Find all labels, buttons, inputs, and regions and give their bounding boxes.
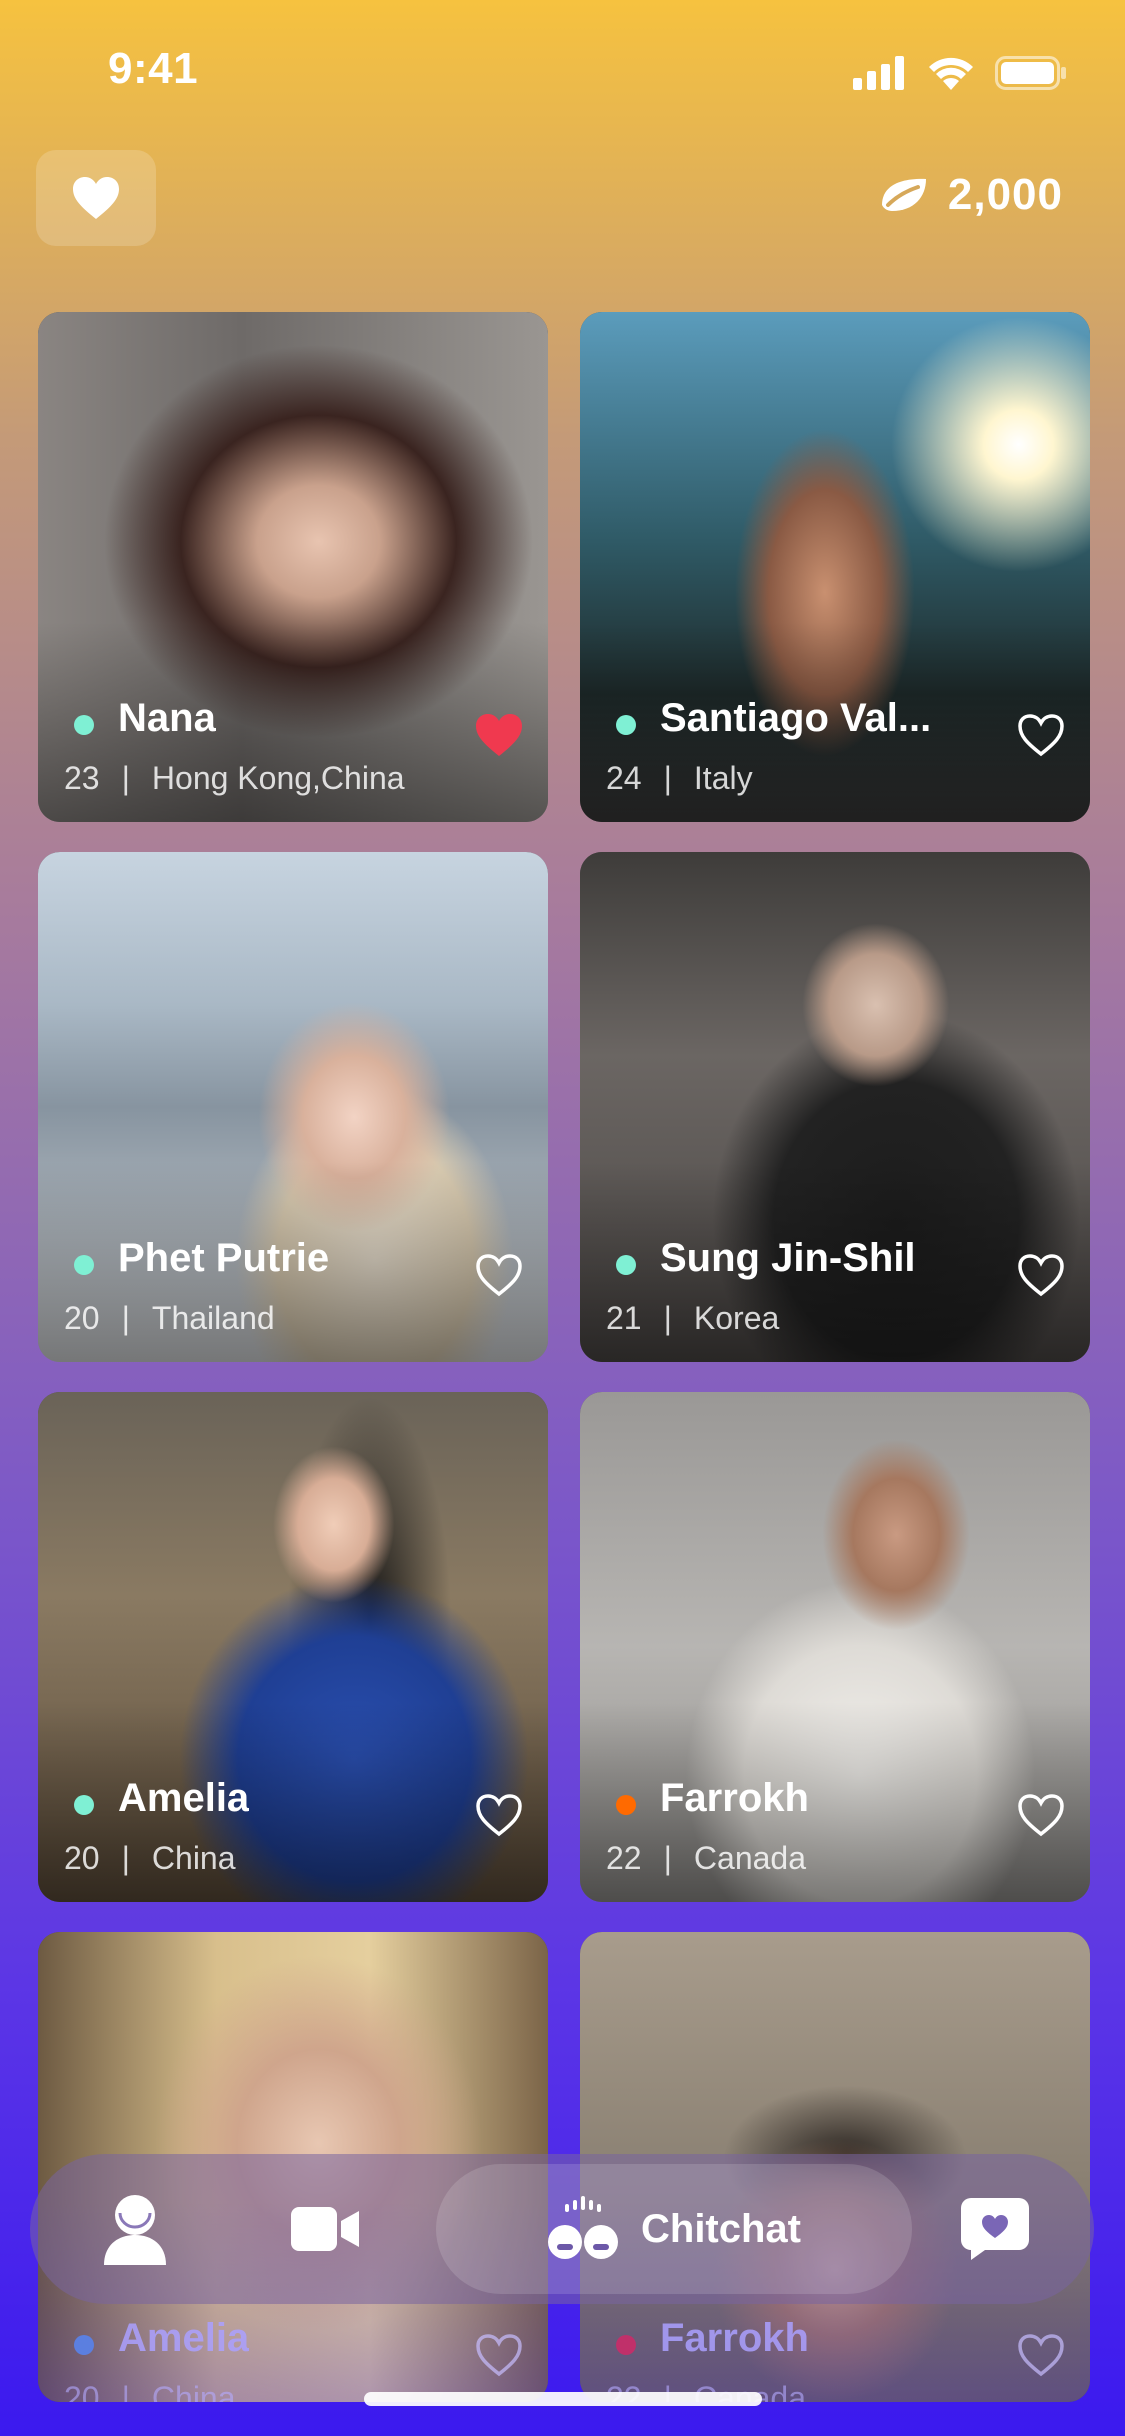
heart-outline-icon[interactable] [1016, 1792, 1066, 1838]
video-camera-icon [291, 2207, 359, 2251]
chat-heart-icon [961, 2198, 1029, 2260]
profile-meta: 22 | Canada [606, 1840, 806, 1876]
heart-outline-icon[interactable] [1016, 712, 1066, 758]
profile-name: Farrokh [660, 2316, 809, 2360]
status-bar: 9:41 [0, 0, 1125, 140]
coin-leaf-icon [881, 178, 926, 211]
status-dot [74, 2335, 94, 2355]
profile-location: Italy [693, 760, 753, 796]
profile-meta: 24 | Italy [606, 760, 753, 796]
profile-card[interactable]: Sung Jin-Shil 21 | Korea [580, 852, 1090, 1362]
profile-location: Canada [693, 1840, 806, 1876]
profile-age: 20 [64, 1840, 100, 1876]
liked-heart-icon[interactable] [474, 712, 524, 758]
profile-location: China [151, 1840, 236, 1876]
status-dot [616, 1255, 636, 1275]
heart-outline-icon[interactable] [474, 1252, 524, 1298]
profile-meta: 20 | China [64, 2380, 236, 2402]
status-time: 9:41 [108, 44, 199, 93]
status-dot [616, 2335, 636, 2355]
home-indicator[interactable] [364, 2392, 762, 2406]
battery-icon [995, 56, 1066, 90]
profile-age: 22 [606, 1840, 642, 1876]
status-dot [74, 1255, 94, 1275]
profile-meta: 20 | Thailand [64, 1300, 275, 1336]
coin-balance[interactable]: 2,000 [878, 170, 1063, 220]
wifi-icon [929, 57, 973, 90]
chitchat-icon [548, 2196, 618, 2259]
profile-meta: 20 | China [64, 1840, 236, 1876]
status-dot [616, 715, 636, 735]
profile-meta: 21 | Korea [606, 1300, 780, 1336]
person-icon [104, 2195, 166, 2265]
bottom-nav: Chitchat [30, 2154, 1094, 2304]
profile-meta: 23 | Hong Kong,China [64, 760, 405, 796]
cellular-signal-icon [853, 56, 904, 90]
status-dot [74, 715, 94, 735]
heart-outline-icon[interactable] [1016, 1252, 1066, 1298]
coin-count: 2,000 [947, 170, 1063, 219]
heart-icon [73, 177, 119, 219]
profile-name: Farrokh [660, 1776, 809, 1820]
profile-name: Santiago Val... [660, 696, 932, 740]
heart-outline-icon[interactable] [474, 2332, 524, 2378]
nav-chitchat-label: Chitchat [641, 2206, 801, 2251]
profile-name: Amelia [118, 1776, 250, 1820]
profile-location: Korea [693, 1300, 780, 1336]
status-dot [616, 1795, 636, 1815]
profile-name: Phet Putrie [118, 1236, 330, 1280]
nav-messages[interactable] [930, 2154, 1060, 2304]
nav-profile[interactable] [70, 2154, 200, 2304]
nav-chitchat[interactable]: Chitchat [436, 2164, 912, 2294]
status-icons [853, 56, 1067, 90]
profile-location: Thailand [151, 1300, 275, 1336]
profile-card[interactable]: Santiago Val... 24 | Italy [580, 312, 1090, 822]
profile-name: Amelia [118, 2316, 250, 2360]
status-dot [74, 1795, 94, 1815]
profile-card[interactable]: Amelia 20 | China [38, 1392, 548, 1902]
profile-age: 21 [606, 1300, 642, 1336]
profile-age: 20 [64, 2380, 100, 2402]
heart-outline-icon[interactable] [1016, 2332, 1066, 2378]
likes-button[interactable] [36, 150, 156, 246]
profile-card[interactable]: Phet Putrie 20 | Thailand [38, 852, 548, 1362]
header: 2,000 [0, 150, 1125, 250]
profile-age: 24 [606, 760, 642, 796]
profile-location: China [151, 2380, 236, 2402]
profile-card[interactable]: Nana 23 | Hong Kong,China [38, 312, 548, 822]
heart-outline-icon[interactable] [474, 1792, 524, 1838]
profile-location: Hong Kong,China [151, 760, 405, 796]
profile-name: Nana [118, 696, 216, 740]
profile-card[interactable]: Farrokh 22 | Canada [580, 1392, 1090, 1902]
profile-age: 20 [64, 1300, 100, 1336]
nav-video[interactable] [260, 2154, 390, 2304]
profile-name: Sung Jin-Shil [660, 1236, 916, 1280]
profile-age: 23 [64, 760, 100, 796]
